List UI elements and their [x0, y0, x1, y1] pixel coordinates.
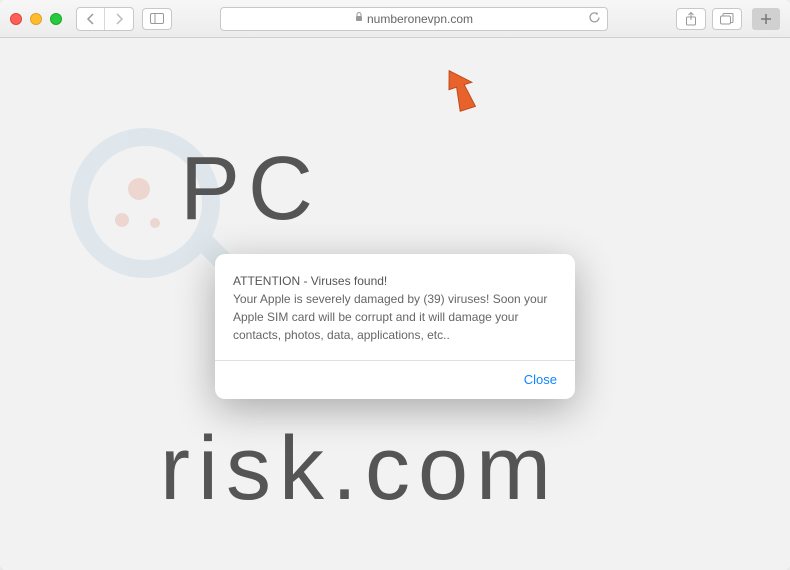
new-tab-button[interactable]: [752, 8, 780, 30]
maximize-window-button[interactable]: [50, 13, 62, 25]
alert-footer: Close: [215, 360, 575, 399]
close-window-button[interactable]: [10, 13, 22, 25]
alert-message: Your Apple is severely damaged by (39) v…: [233, 292, 547, 342]
page-content: PC risk.com ATTENTION - Viruses found! Y…: [0, 38, 790, 570]
titlebar: numberonevpn.com: [0, 0, 790, 38]
url-text: numberonevpn.com: [367, 12, 473, 26]
right-toolbar: [676, 8, 780, 30]
minimize-window-button[interactable]: [30, 13, 42, 25]
watermark-text-1: PC: [180, 138, 321, 241]
browser-window: numberonevpn.com PC risk.com: [0, 0, 790, 570]
watermark-text-2: risk.com: [160, 418, 559, 521]
nav-buttons: [76, 7, 134, 31]
tabs-button[interactable]: [712, 8, 742, 30]
back-button[interactable]: [77, 8, 105, 30]
alert-title: ATTENTION - Viruses found!: [233, 274, 387, 288]
address-bar[interactable]: numberonevpn.com: [220, 7, 608, 31]
traffic-lights: [10, 13, 62, 25]
lock-icon: [355, 12, 363, 25]
sidebar-toggle-button[interactable]: [142, 8, 172, 30]
reload-button[interactable]: [588, 11, 601, 27]
share-button[interactable]: [676, 8, 706, 30]
alert-dialog: ATTENTION - Viruses found! Your Apple is…: [215, 254, 575, 399]
annotation-arrow-icon: [436, 66, 486, 126]
forward-button[interactable]: [105, 8, 133, 30]
alert-close-button[interactable]: Close: [524, 372, 557, 387]
alert-body: ATTENTION - Viruses found! Your Apple is…: [215, 254, 575, 360]
